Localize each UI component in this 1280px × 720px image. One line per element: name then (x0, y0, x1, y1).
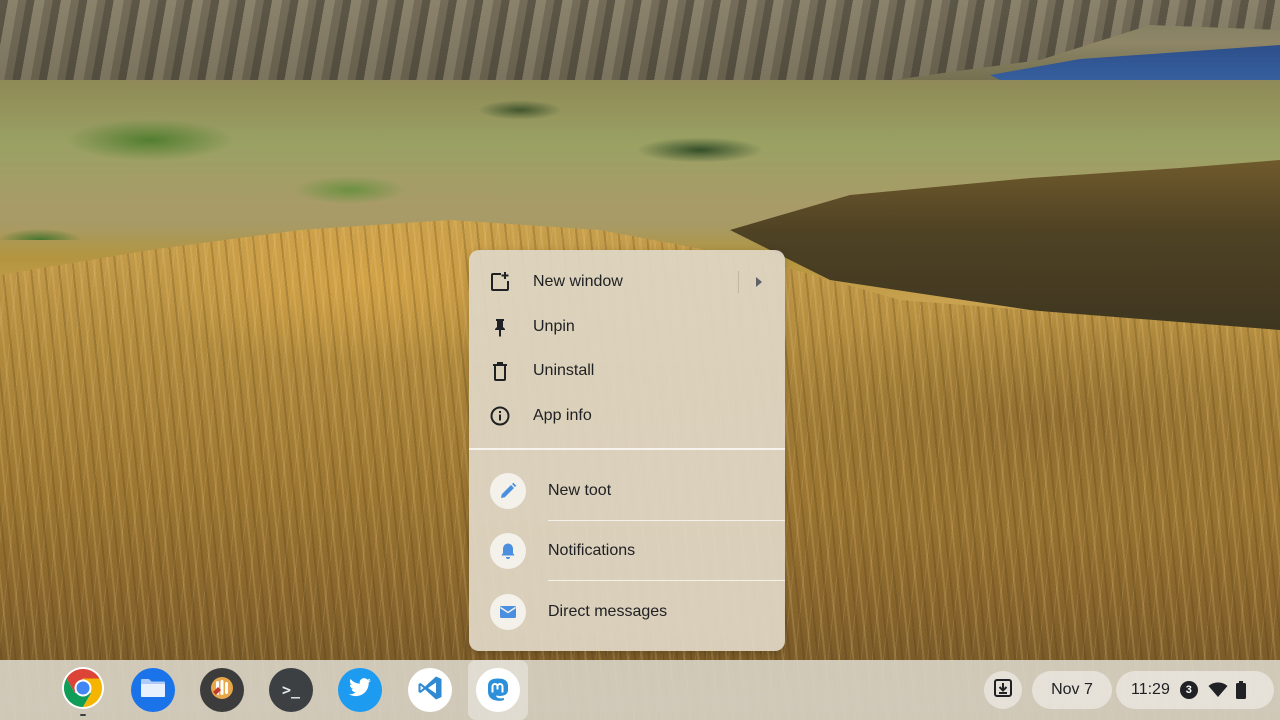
submenu-separator (738, 271, 739, 293)
menu-item-uninstall[interactable]: Uninstall (469, 349, 785, 393)
battery-icon (1235, 681, 1246, 699)
chrome-icon (61, 666, 105, 715)
clock-label: 11:29 (1131, 681, 1170, 698)
date-label: Nov 7 (1051, 681, 1093, 698)
menu-item-unpin[interactable]: Unpin (469, 305, 785, 349)
menu-divider (469, 448, 785, 450)
menu-item-label: New window (533, 273, 623, 290)
shortcut-label: New toot (548, 482, 612, 499)
app-context-menu: New window Unpin Uninstall App info New … (469, 250, 785, 651)
pencil-icon (490, 473, 526, 509)
menu-item-label: Uninstall (533, 362, 595, 379)
bell-icon (490, 533, 526, 569)
app-icon (207, 673, 237, 708)
wifi-icon (1208, 682, 1228, 698)
shelf: >_ Nov 7 11:29 3 (0, 660, 1280, 720)
menu-item-new-window[interactable]: New window (469, 260, 785, 304)
shortcut-notifications[interactable]: Notifications (469, 521, 785, 581)
shortcut-label: Direct messages (548, 603, 668, 620)
running-indicator (80, 714, 86, 716)
twitter-icon (348, 677, 372, 703)
holding-space-button[interactable] (984, 671, 1022, 709)
shelf-app-files[interactable] (131, 668, 175, 712)
shelf-app-vscode[interactable] (408, 668, 452, 712)
shortcut-label: Notifications (548, 542, 636, 559)
shortcut-direct-messages[interactable]: Direct messages (469, 582, 785, 642)
download-tray-icon (992, 677, 1014, 704)
mastodon-icon (476, 668, 520, 712)
status-area-button[interactable]: 11:29 3 (1116, 671, 1274, 709)
shelf-app-chrome[interactable] (61, 666, 105, 715)
new-window-icon (489, 271, 511, 293)
pin-icon (489, 316, 511, 338)
vscode-icon (417, 675, 443, 706)
mail-icon (490, 594, 526, 630)
menu-item-label: App info (533, 407, 592, 424)
trash-icon (489, 360, 511, 382)
shelf-app-linux[interactable] (200, 668, 244, 712)
menu-item-label: Unpin (533, 318, 575, 335)
info-icon (489, 405, 511, 427)
terminal-icon: >_ (281, 681, 301, 699)
shelf-app-mastodon-active[interactable] (468, 660, 528, 720)
shortcut-divider (548, 580, 785, 581)
notification-count-badge: 3 (1179, 681, 1198, 699)
shortcut-new-toot[interactable]: New toot (469, 461, 785, 521)
shelf-app-terminal[interactable]: >_ (269, 668, 313, 712)
shelf-app-twitter[interactable] (338, 668, 382, 712)
files-icon (140, 677, 166, 704)
menu-item-app-info[interactable]: App info (469, 394, 785, 438)
date-tray-button[interactable]: Nov 7 (1032, 671, 1112, 709)
chevron-right-icon[interactable] (756, 277, 762, 287)
